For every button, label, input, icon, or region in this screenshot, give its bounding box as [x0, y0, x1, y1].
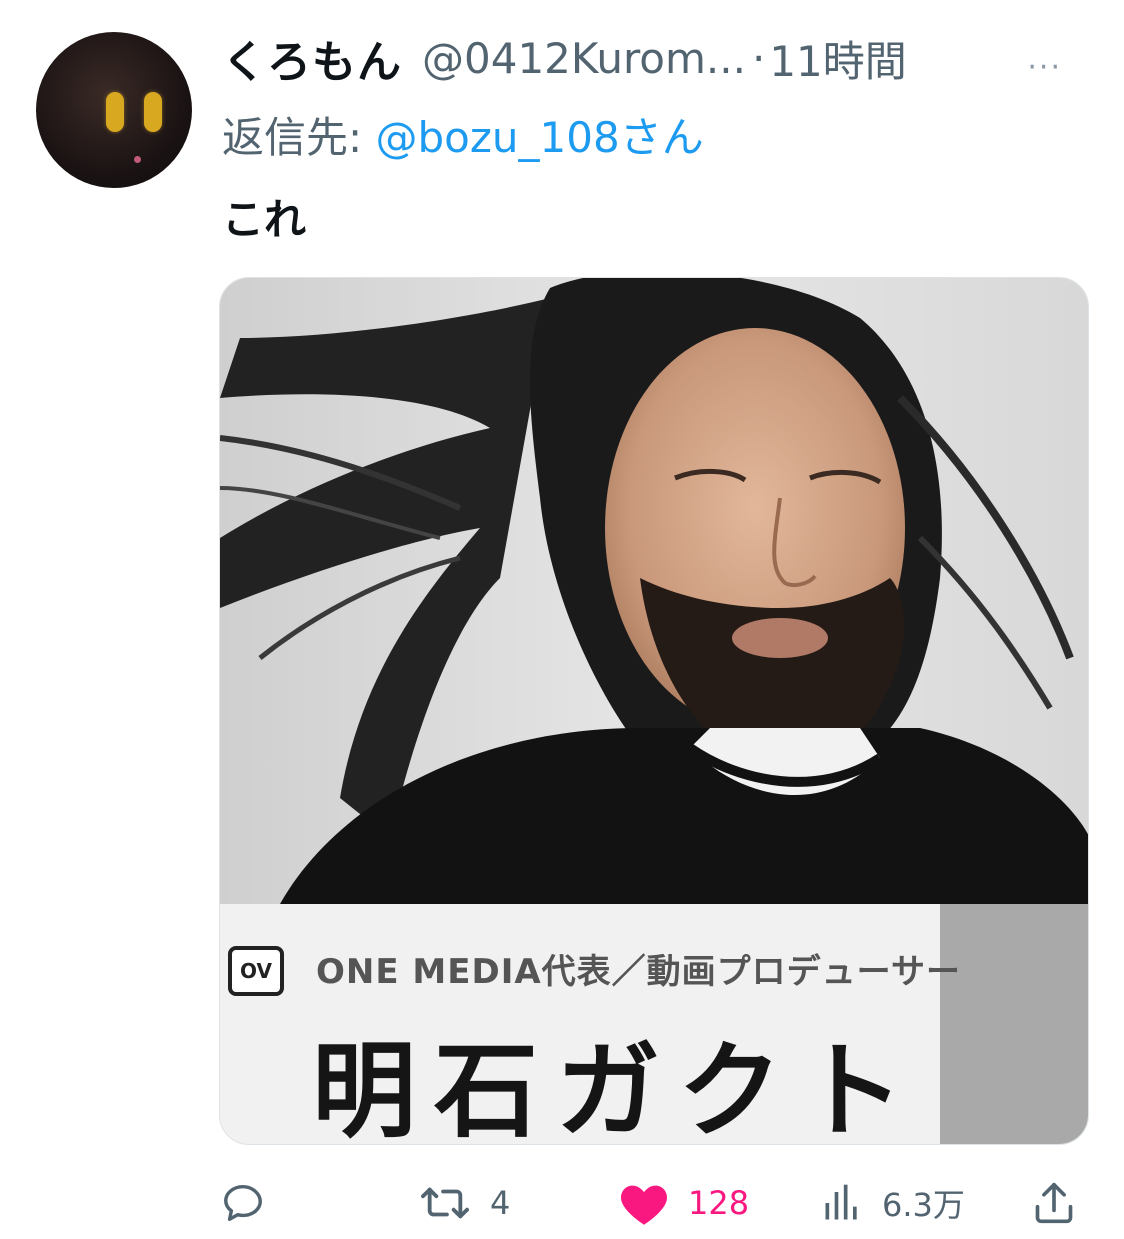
reply-icon	[224, 1184, 262, 1222]
share-icon	[1035, 1182, 1073, 1224]
share-button[interactable]	[1032, 1168, 1076, 1238]
user-handle[interactable]: @0412Kurom...	[422, 34, 746, 83]
action-bar: 4 128 6.3万	[0, 1168, 1124, 1238]
caption-side-block	[940, 904, 1088, 1144]
display-name[interactable]: くろもん	[222, 26, 402, 90]
portrait-photo	[220, 278, 1088, 904]
views-button[interactable]: 6.3万	[820, 1168, 965, 1238]
tweet-media[interactable]: OV ONE MEDIA代表／動画プロデューサー 明石ガクト	[219, 277, 1089, 1145]
avatar-right-eye	[144, 92, 162, 132]
views-icon	[825, 1184, 857, 1220]
reply-context: 返信先: @bozu_108さん	[222, 104, 704, 165]
caption-role: ONE MEDIA代表／動画プロデューサー	[316, 952, 961, 992]
tweet-text: これ	[222, 195, 307, 244]
views-count: 6.3万	[882, 1186, 965, 1224]
reply-label: 返信先:	[222, 113, 363, 162]
like-count: 128	[688, 1184, 750, 1222]
like-button[interactable]: 128	[618, 1168, 749, 1238]
separator-dot: ·	[751, 33, 766, 83]
reply-button[interactable]	[220, 1168, 284, 1238]
avatar-left-eye	[106, 92, 124, 132]
retweet-count: 4	[490, 1184, 511, 1222]
retweet-icon	[421, 1187, 469, 1219]
reply-target-link[interactable]: @bozu_108さん	[376, 113, 704, 162]
avatar[interactable]	[36, 32, 192, 188]
avatar-nose	[134, 156, 141, 163]
more-icon[interactable]: ···	[1027, 50, 1062, 85]
ov-logo: OV	[228, 946, 284, 996]
caption-band: OV ONE MEDIA代表／動画プロデューサー 明石ガクト	[220, 904, 1088, 1145]
retweet-button[interactable]: 4	[418, 1168, 510, 1238]
caption-name: 明石ガクト	[312, 1030, 923, 1145]
timestamp[interactable]: 11時間	[769, 28, 906, 89]
tweet-header: くろもん @0412Kurom... · 11時間 ···	[222, 26, 1102, 90]
heart-icon	[621, 1185, 667, 1225]
